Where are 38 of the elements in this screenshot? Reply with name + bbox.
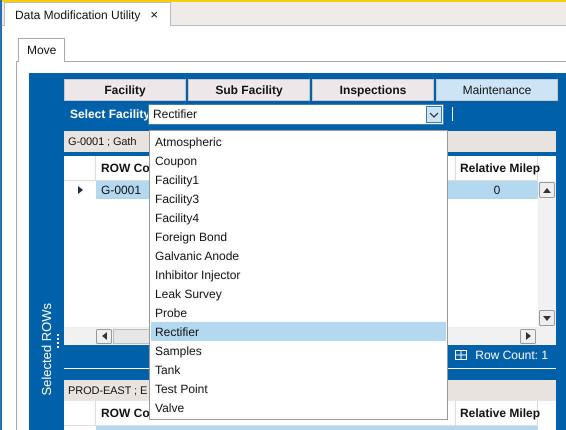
- dropdown-option[interactable]: Rectifier: [151, 322, 446, 341]
- dropdown-option[interactable]: Facility4: [151, 208, 446, 227]
- group-title: G-0001 ; Gath: [68, 136, 136, 148]
- category-tab[interactable]: Maintenance: [436, 79, 558, 101]
- scroll-down-icon[interactable]: [539, 310, 555, 326]
- group-title: PROD-EAST ; E: [68, 384, 148, 396]
- select-facility-label: Select Facility: [70, 107, 148, 121]
- chevron-down-icon[interactable]: [426, 106, 442, 122]
- document-tab-title: Data Modification Utility: [15, 8, 140, 22]
- row-count: Row Count: 1: [475, 348, 548, 362]
- side-panel-title[interactable]: Selected ROWs: [39, 302, 54, 395]
- dropdown-option[interactable]: Foreign Bond: [151, 227, 446, 246]
- category-tab[interactable]: Inspections: [312, 79, 434, 101]
- dropdown-option[interactable]: Inhibitor Injector: [151, 265, 446, 284]
- grid-icon: [455, 350, 468, 360]
- facility-dropdown[interactable]: Rectifier: [148, 104, 444, 124]
- column-header[interactable]: Relative Milep: [456, 401, 538, 425]
- table-cell: 0: [456, 181, 538, 199]
- category-tab[interactable]: Facility: [64, 79, 186, 101]
- vertical-scrollbar[interactable]: [538, 181, 556, 345]
- move-tab[interactable]: Move: [18, 38, 66, 62]
- dropdown-option[interactable]: Valve: [151, 398, 446, 417]
- dropdown-option[interactable]: Test Point: [151, 379, 446, 398]
- document-tab[interactable]: Data Modification Utility ×: [4, 2, 171, 26]
- scroll-up-icon[interactable]: [539, 182, 555, 198]
- dropdown-option[interactable]: Atmospheric: [151, 132, 446, 151]
- dropdown-option[interactable]: Samples: [151, 341, 446, 360]
- dropdown-option[interactable]: Leak Survey: [151, 284, 446, 303]
- scroll-left-icon[interactable]: [96, 328, 112, 344]
- close-icon[interactable]: ×: [150, 7, 158, 22]
- category-tab[interactable]: Sub Facility: [188, 79, 310, 101]
- dropdown-option[interactable]: Tank: [151, 360, 446, 379]
- grip-icon[interactable]: [57, 334, 61, 348]
- column-header[interactable]: Relative Milep: [456, 156, 538, 180]
- dropdown-option[interactable]: Probe: [151, 303, 446, 322]
- scroll-right-icon[interactable]: [520, 328, 536, 344]
- dropdown-option[interactable]: Coupon: [151, 151, 446, 170]
- dropdown-option[interactable]: Galvanic Anode: [151, 246, 446, 265]
